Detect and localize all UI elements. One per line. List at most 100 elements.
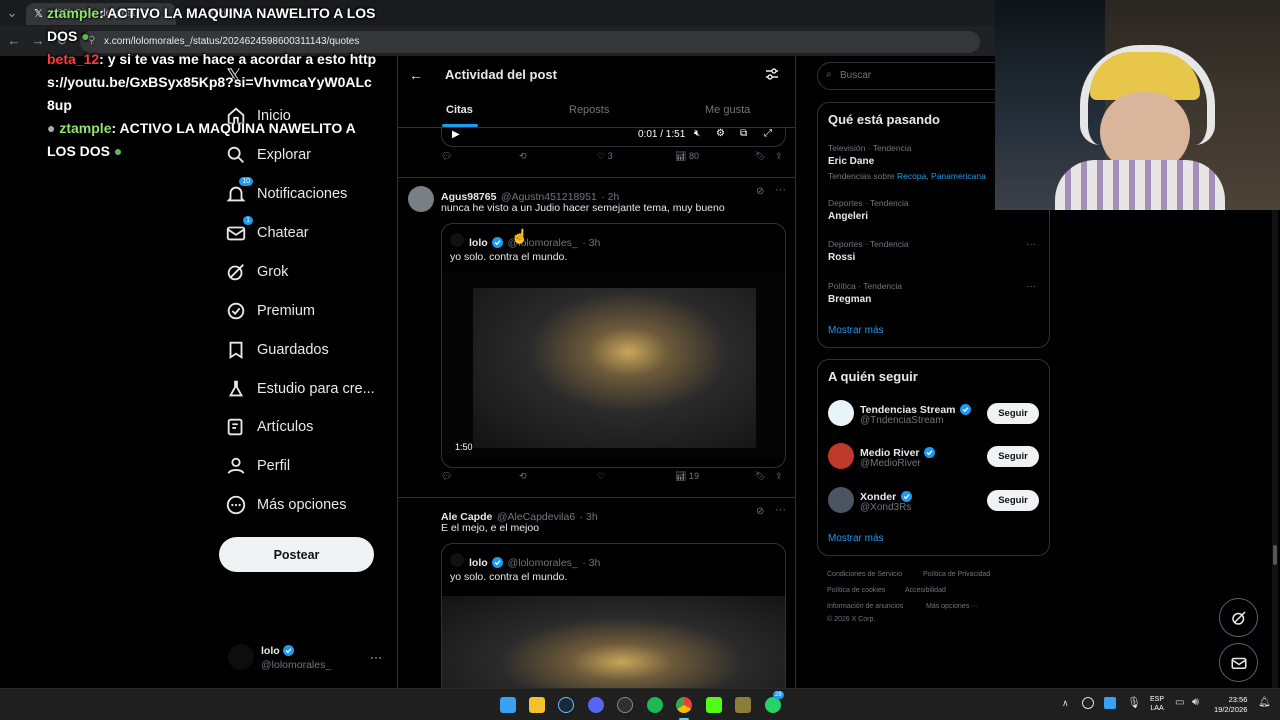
app-icon[interactable] — [735, 697, 751, 713]
scrollbar-thumb[interactable] — [1273, 545, 1277, 565]
page-scrollbar[interactable] — [1272, 210, 1278, 688]
obs-icon[interactable] — [617, 697, 633, 713]
reply-icon[interactable]: 💬︎ — [441, 471, 452, 482]
messages-fab[interactable] — [1219, 643, 1258, 682]
whatsapp-badge: 28 — [773, 691, 784, 699]
footer-link[interactable]: Más opciones ··· — [926, 603, 978, 610]
follow-button[interactable]: Seguir — [987, 403, 1039, 424]
microphone-icon[interactable]: 🎙︎ — [1127, 696, 1141, 709]
kick-icon[interactable] — [706, 697, 722, 713]
quoted-tweet[interactable]: lolo @lolomorales_ · 3h yo solo. contra … — [441, 543, 786, 688]
chat-user: ztample — [47, 5, 100, 21]
mute-icon[interactable]: 🔇︎ — [694, 128, 700, 139]
reply-icon[interactable]: 💬︎ — [441, 151, 452, 162]
back-arrow-icon[interactable]: ← — [409, 67, 423, 83]
repost-icon[interactable]: ⟲ — [519, 471, 527, 482]
repost-icon[interactable]: ⟲ — [519, 151, 527, 162]
trend-extra-links[interactable]: Recopa, Panamericana — [897, 171, 986, 181]
avatar[interactable] — [828, 400, 854, 426]
footer-link[interactable]: Condiciones de Servicio — [827, 571, 902, 578]
steam-icon[interactable] — [558, 697, 574, 713]
windows-start-icon[interactable] — [500, 697, 516, 713]
views-button[interactable]: 📊︎ 19 — [675, 471, 699, 482]
views-button[interactable]: 📊︎ 80 — [675, 151, 699, 162]
clock-time[interactable]: 23:56 — [1214, 695, 1248, 705]
tab-quotes[interactable]: Citas — [446, 104, 473, 116]
chrome-icon[interactable] — [676, 697, 692, 713]
tweet-more-icon[interactable]: ··· — [775, 184, 786, 196]
settings-icon[interactable]: ⚙ — [716, 128, 725, 139]
trend-more-icon[interactable]: ··· — [1026, 281, 1036, 292]
like-icon[interactable]: ♡ — [597, 471, 605, 482]
post-button[interactable]: Postear — [219, 537, 374, 572]
nav-premium[interactable]: Premium — [225, 297, 315, 325]
tab-reposts[interactable]: Reposts — [569, 104, 609, 116]
bookmark-icon[interactable]: 🔖︎ — [755, 471, 766, 482]
avatar[interactable] — [828, 443, 854, 469]
trend-meta: Deportes · Tendencia — [828, 198, 909, 208]
chat-user: ztample — [59, 120, 112, 136]
footer-link[interactable]: Información de anuncios — [827, 603, 903, 610]
grok-explain-icon[interactable]: ⊘ — [756, 506, 764, 517]
lang-layout[interactable]: LAA — [1150, 704, 1164, 713]
nav-chat[interactable]: 1 Chatear — [225, 216, 309, 247]
tray-chevron-icon[interactable]: ∧ — [1062, 698, 1069, 709]
clock-date[interactable]: 19/2/2026 — [1214, 705, 1247, 715]
avatar[interactable] — [408, 186, 434, 212]
trend-name: Rossi — [828, 252, 856, 263]
fullscreen-icon[interactable]: ⤢ — [764, 128, 772, 139]
grok-fab[interactable] — [1219, 598, 1258, 637]
quoted-tweet[interactable]: lolo @lolomorales_ · 3h yo solo. contra … — [441, 223, 786, 468]
footer-link[interactable]: Accesibilidad — [905, 587, 946, 594]
bookmark-icon[interactable]: 🔖︎ — [755, 151, 766, 162]
play-icon[interactable]: ▶ — [452, 129, 460, 140]
filter-icon[interactable] — [765, 67, 779, 81]
video-player[interactable]: 1:50 — [442, 272, 785, 457]
nav-bookmarks[interactable]: Guardados — [225, 336, 329, 364]
account-switcher[interactable]: lolo @lolomorales_ ··· — [228, 642, 388, 678]
tray-icon[interactable] — [1104, 697, 1116, 709]
video-thumbnail[interactable] — [442, 596, 785, 688]
like-button[interactable]: ♡ 3 — [597, 151, 613, 162]
show-more-trends[interactable]: Mostrar más — [828, 325, 884, 336]
tab-list-icon[interactable]: ⌄ — [4, 5, 20, 21]
follow-button[interactable]: Seguir — [987, 490, 1039, 511]
notification-center-icon[interactable]: 🔔︎ — [1258, 697, 1271, 708]
back-icon[interactable]: ← — [6, 33, 22, 49]
nav-articles[interactable]: Artículos — [225, 413, 313, 441]
avatar[interactable] — [828, 487, 854, 513]
grok-explain-icon[interactable]: ⊘ — [756, 186, 764, 197]
show-more-follow[interactable]: Mostrar más — [828, 533, 884, 544]
spotify-icon[interactable] — [647, 697, 663, 713]
footer-link[interactable]: Política de Privacidad — [923, 571, 990, 578]
nav-notifications[interactable]: 10 Notificaciones — [225, 177, 347, 208]
file-explorer-icon[interactable] — [529, 697, 545, 713]
lang-code[interactable]: ESP — [1150, 695, 1164, 704]
tweet-time[interactable]: · 3h — [580, 511, 598, 523]
discord-icon[interactable] — [588, 697, 604, 713]
footer-link[interactable]: Política de cookies — [827, 587, 885, 594]
nav-grok[interactable]: Grok — [225, 258, 288, 286]
nav-creator-studio[interactable]: Estudio para cre... — [225, 375, 375, 403]
nav-more-options[interactable]: Más opciones — [225, 491, 346, 519]
tray-icon[interactable] — [1082, 697, 1094, 709]
tweet[interactable]: ▶ 0:01 / 1:51 🔇︎ ⚙ ⧉ ⤢ 💬︎ ⟲ ♡ 3 📊︎ 80 🔖︎… — [398, 114, 795, 178]
chat-message: beta_12: y si te vas me hace a acordar a… — [47, 48, 377, 117]
network-icon[interactable]: ▭ — [1175, 697, 1184, 708]
search-input[interactable]: ⌕ Buscar — [817, 62, 1007, 90]
tweet[interactable]: Ale Capde @AleCapdevila6 · 3h ⊘ ··· E el… — [398, 498, 795, 688]
volume-icon[interactable]: 🔊︎ — [1192, 696, 1199, 709]
follow-button[interactable]: Seguir — [987, 446, 1039, 467]
whatsapp-icon[interactable]: 28 — [765, 691, 784, 713]
account-more-icon[interactable]: ··· — [370, 650, 382, 664]
tweet-more-icon[interactable]: ··· — [775, 504, 786, 516]
forward-icon[interactable]: → — [30, 33, 46, 49]
share-icon[interactable]: ⇪ — [775, 151, 783, 162]
tweet[interactable]: Agus98765 @Agustn451218951 · 2h ⊘ ··· nu… — [398, 178, 795, 498]
share-icon[interactable]: ⇪ — [775, 471, 783, 482]
tab-likes[interactable]: Me gusta — [705, 104, 750, 116]
nav-profile[interactable]: Perfil — [225, 452, 290, 480]
popout-icon[interactable]: ⧉ — [740, 128, 747, 139]
frog-emote-icon: ● — [81, 28, 90, 44]
trend-more-icon[interactable]: ··· — [1026, 239, 1036, 250]
